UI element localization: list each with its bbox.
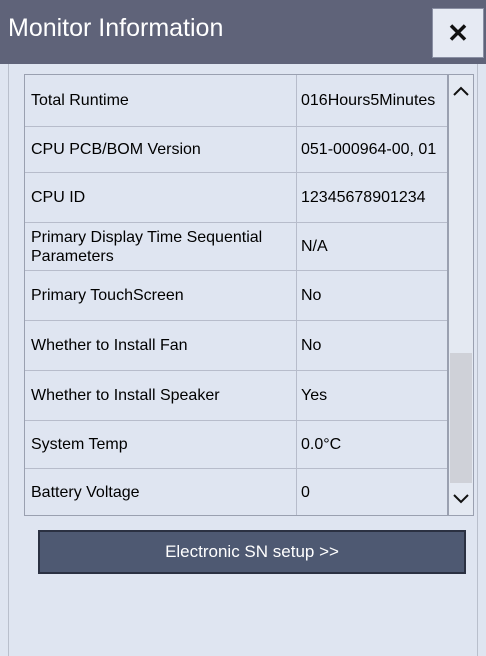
row-value: 0: [301, 483, 310, 501]
table-row: Primary Display Time Sequential Paramete…: [25, 223, 447, 271]
row-label: Battery Voltage: [25, 469, 297, 515]
table-row: Battery Voltage 0: [25, 469, 447, 515]
chevron-down-icon: [453, 494, 469, 504]
dialog-title: Monitor Information: [8, 14, 224, 42]
row-value: No: [301, 287, 322, 304]
row-label: Whether to Install Fan: [25, 321, 297, 370]
close-button[interactable]: ✕: [432, 8, 484, 58]
table-row: Whether to Install Fan No: [25, 321, 447, 371]
scroll-down-button[interactable]: [449, 483, 473, 515]
row-value: 051-000964-00, 01: [301, 141, 437, 158]
scroll-track[interactable]: [449, 107, 473, 483]
row-label: Primary Display Time Sequential Paramete…: [25, 223, 297, 270]
scroll-up-button[interactable]: [449, 75, 473, 107]
info-table: Total Runtime 016Hours5Minutes CPU PCB/B…: [24, 74, 448, 516]
close-icon: ✕: [447, 17, 469, 48]
table-row: CPU PCB/BOM Version 051-000964-00, 01: [25, 127, 447, 173]
scroll-thumb[interactable]: [450, 353, 472, 483]
row-value: 12345678901234: [301, 189, 426, 206]
table-row: Primary TouchScreen No: [25, 271, 447, 321]
row-label: Primary TouchScreen: [25, 271, 297, 320]
title-bar: Monitor Information ✕: [0, 0, 486, 64]
table-row: System Temp 0.0°C: [25, 421, 447, 469]
vertical-scrollbar[interactable]: [448, 74, 474, 516]
row-value: No: [301, 337, 322, 354]
row-value: 0.0°C: [301, 436, 342, 453]
row-label: Total Runtime: [25, 75, 297, 126]
row-value: N/A: [301, 238, 328, 255]
row-label: CPU ID: [25, 173, 297, 222]
row-value: Yes: [301, 387, 328, 404]
row-value: 016Hours5Minutes: [301, 92, 436, 109]
monitor-information-dialog: Monitor Information ✕ Total Runtime 016H…: [0, 0, 486, 656]
row-label: CPU PCB/BOM Version: [25, 127, 297, 172]
row-label: System Temp: [25, 421, 297, 468]
electronic-sn-setup-button[interactable]: Electronic SN setup >>: [38, 530, 466, 574]
row-label: Whether to Install Speaker: [25, 371, 297, 420]
table-row: Total Runtime 016Hours5Minutes: [25, 75, 447, 127]
table-row: CPU ID 12345678901234: [25, 173, 447, 223]
chevron-up-icon: [453, 86, 469, 96]
table-row: Whether to Install Speaker Yes: [25, 371, 447, 421]
